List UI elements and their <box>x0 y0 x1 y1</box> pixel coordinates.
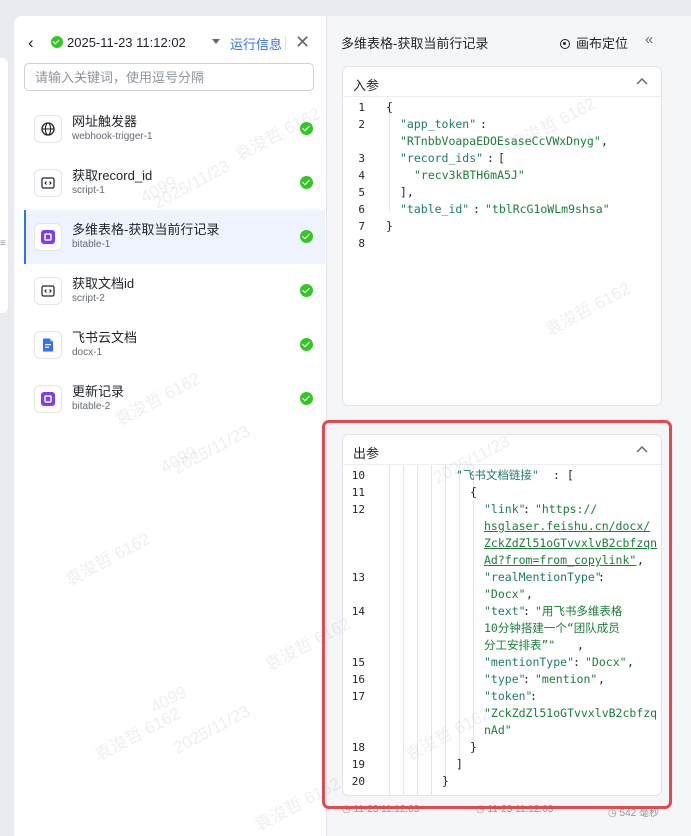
indent-guide <box>445 465 446 783</box>
timer-icon: ◷ <box>608 808 620 819</box>
success-check-icon <box>300 338 313 351</box>
output-params-section: 出参 10 "飞书文档链接": [ 11 { 12 "link": "https:… <box>342 434 662 796</box>
collapse-panel-icon[interactable]: « <box>645 31 663 51</box>
script-icon <box>34 277 62 305</box>
node-item-webhook-trigger[interactable]: 网址触发器 webhook-trigger-1 <box>24 102 325 156</box>
bitable-icon <box>34 385 62 413</box>
node-subtitle: script-1 <box>72 185 105 196</box>
doc-link[interactable]: Ad?from=from_copylink" <box>484 552 636 569</box>
target-icon <box>560 39 570 49</box>
output-json-viewer: 10 "飞书文档链接": [ 11 { 12 "link": "https:// … <box>343 465 661 795</box>
indent-guide <box>389 465 390 795</box>
node-subtitle: bitable-1 <box>72 239 111 250</box>
success-check-icon <box>300 392 313 405</box>
canvas-locate-button[interactable]: 画布定位 <box>560 33 628 52</box>
canvas-edge <box>0 58 8 313</box>
node-item-script-2[interactable]: 获取文档id script-2 <box>24 264 325 318</box>
canvas-edge-mark: ≡ <box>0 238 6 249</box>
node-title: 多维表格-获取当前行记录 <box>72 222 220 237</box>
bitable-icon <box>34 223 62 251</box>
clock-icon: ◷ <box>476 804 488 815</box>
indent-guide <box>403 465 404 795</box>
doc-link[interactable]: ZckZdZl51oGTvvxlvB2cbfzqn <box>484 535 657 552</box>
docx-icon <box>34 331 62 359</box>
input-section-title: 入参 <box>353 78 380 93</box>
node-subtitle: script-2 <box>72 293 105 304</box>
script-icon <box>34 169 62 197</box>
indent-guide <box>417 465 418 795</box>
run-time-select[interactable]: 2025-11-23 11:12:02 <box>67 35 186 50</box>
chevron-down-icon[interactable] <box>212 39 220 44</box>
node-subtitle: bitable-2 <box>72 401 111 412</box>
start-time-stat: ◷ 11-23 11:12:03 <box>342 804 420 815</box>
node-subtitle: webhook-trigger-1 <box>72 131 153 142</box>
chevron-up-icon[interactable] <box>633 441 651 459</box>
node-title: 网址触发器 <box>72 114 138 129</box>
end-time-stat: ◷ 11-23 11:12:03 <box>476 804 554 815</box>
indent-guide <box>431 465 432 795</box>
detail-title: 多维表格-获取当前行记录 <box>341 36 489 51</box>
back-icon[interactable]: ‹ <box>28 34 42 52</box>
input-params-section: 入参 1 { 2 "app_token": "RTnbbVoapaEDOEsas… <box>342 66 662 406</box>
run-info-link[interactable]: 运行信息 <box>230 34 282 53</box>
search-input[interactable] <box>24 63 314 91</box>
node-title: 获取文档id <box>72 276 135 291</box>
node-item-bitable-2[interactable]: 更新记录 bitable-2 <box>24 372 325 426</box>
node-subtitle: docx-1 <box>72 347 103 358</box>
run-header: ‹ 2025-11-23 11:12:02 运行信息 ✕ <box>14 16 326 70</box>
node-detail-panel: 多维表格-获取当前行记录 画布定位 « 入参 1 { 2 "app_token"… <box>326 16 691 836</box>
success-check-icon <box>300 176 313 189</box>
node-title: 飞书云文档 <box>72 330 138 345</box>
indent-guide <box>389 107 390 211</box>
success-check-icon <box>300 122 313 135</box>
run-history-panel: ‹ 2025-11-23 11:12:02 运行信息 ✕ 网址触发器 webho… <box>14 16 326 836</box>
success-check-icon <box>300 284 313 297</box>
output-section-header[interactable]: 出参 <box>343 435 661 465</box>
divider <box>285 36 286 50</box>
chevron-up-icon[interactable] <box>633 73 651 91</box>
indent-guide <box>473 465 474 750</box>
globe-icon <box>34 115 62 143</box>
node-title: 获取record_id <box>72 168 153 183</box>
clock-icon: ◷ <box>342 804 354 815</box>
node-item-script-1[interactable]: 获取record_id script-1 <box>24 156 325 210</box>
node-item-docx-1[interactable]: 飞书云文档 docx-1 <box>24 318 325 372</box>
duration-stat: ◷ 542 毫秒 <box>608 808 659 819</box>
output-section-title: 出参 <box>353 446 380 461</box>
doc-link[interactable]: hsglaser.feishu.cn/docx/ <box>484 518 650 535</box>
input-section-header[interactable]: 入参 <box>343 67 661 97</box>
canvas-locate-label: 画布定位 <box>576 36 629 51</box>
indent-guide <box>459 465 460 767</box>
node-title: 更新记录 <box>72 384 125 399</box>
close-icon[interactable]: ✕ <box>295 32 311 52</box>
success-check-icon <box>300 230 313 243</box>
success-status-icon <box>51 36 63 48</box>
node-item-bitable-1[interactable]: 多维表格-获取当前行记录 bitable-1 <box>24 210 325 264</box>
